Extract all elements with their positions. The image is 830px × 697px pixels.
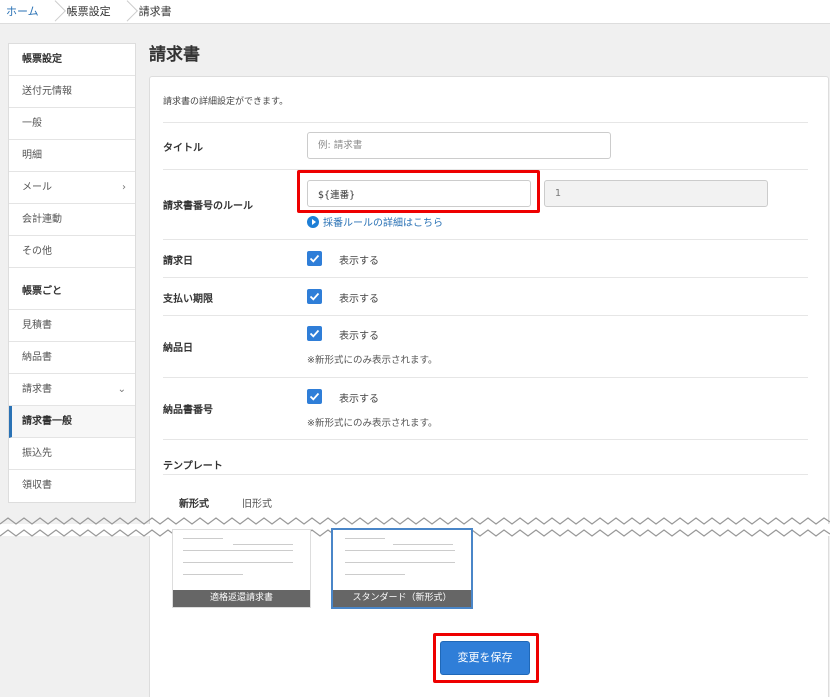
template-thumbnail-standard[interactable]: スタンダード（新形式） (331, 528, 473, 609)
save-button[interactable]: 変更を保存 (440, 641, 530, 675)
sidebar-item-receipt[interactable]: 領収書 (9, 470, 135, 502)
chevron-right-icon: › (122, 182, 126, 193)
delivery-date-note: ※新形式にのみ表示されます。 (307, 355, 438, 366)
title-input[interactable] (307, 132, 611, 159)
sidebar-item-delivery[interactable]: 納品書 (9, 342, 135, 374)
divider (163, 474, 808, 475)
breadcrumb-form-settings[interactable]: 帳票設定 (61, 0, 125, 24)
due-date-label: 支払い期限 (163, 294, 213, 305)
template-label: テンプレート (163, 461, 223, 472)
sidebar-item-other[interactable]: その他 (9, 236, 135, 268)
breadcrumb-separator (125, 0, 133, 24)
info-icon (307, 215, 319, 228)
template-thumbnail-label: スタンダード（新形式） (333, 590, 471, 607)
template-thumbnail-label: 適格返還請求書 (173, 590, 310, 607)
divider (163, 239, 808, 240)
due-date-checkbox[interactable] (307, 289, 322, 304)
due-date-check-label: 表示する (339, 294, 379, 305)
sidebar-item-label: 請求書 (22, 384, 52, 395)
delivery-date-checkbox[interactable] (307, 326, 322, 341)
divider (163, 439, 808, 440)
tab-old-format[interactable]: 旧形式 (242, 495, 272, 510)
thumb-preview-line (393, 544, 453, 545)
thumb-preview-line (183, 538, 223, 539)
sidebar-item-accounting[interactable]: 会計連動 (9, 204, 135, 236)
help-link-text: 採番ルールの詳細はこちら (323, 218, 443, 229)
breadcrumb: ホーム 帳票設定 請求書 (0, 0, 830, 24)
sidebar-section-per-form: 帳票ごと (9, 268, 135, 310)
delivery-number-label: 納品書番号 (163, 405, 213, 416)
delivery-number-checkbox[interactable] (307, 389, 322, 404)
check-icon (309, 392, 320, 401)
divider (163, 122, 808, 123)
sidebar-item-mail[interactable]: メール › (9, 172, 135, 204)
thumb-preview-line (345, 550, 455, 551)
delivery-date-check-label: 表示する (339, 331, 379, 342)
tab-new-format[interactable]: 新形式 (179, 495, 209, 510)
invoice-date-check-label: 表示する (339, 256, 379, 267)
thumb-preview-line (345, 562, 455, 563)
thumb-preview-line (183, 550, 293, 551)
sidebar-item-invoice[interactable]: 請求書 ⌄ (9, 374, 135, 406)
template-thumbnail-qualified[interactable]: 適格返還請求書 (172, 529, 311, 608)
page-title: 請求書 (149, 45, 200, 65)
number-start-input[interactable] (544, 180, 768, 207)
sidebar-item-bank-account[interactable]: 振込先 (9, 438, 135, 470)
delivery-number-note: ※新形式にのみ表示されます。 (307, 418, 438, 429)
chevron-down-icon: ⌄ (117, 384, 126, 395)
title-label: タイトル (163, 143, 203, 154)
invoice-date-checkbox[interactable] (307, 251, 322, 266)
divider (163, 315, 808, 316)
check-icon (309, 329, 320, 338)
sidebar-item-general[interactable]: 一般 (9, 108, 135, 140)
thumb-preview-line (345, 574, 405, 575)
breadcrumb-invoice: 請求書 (138, 4, 172, 18)
sidebar-item-sender-info[interactable]: 送付元情報 (9, 76, 135, 108)
number-rule-help-link[interactable]: 採番ルールの詳細はこちら (307, 214, 443, 229)
divider (163, 277, 808, 278)
divider (163, 377, 808, 378)
thumb-preview-line (183, 574, 243, 575)
sidebar-item-label: メール (22, 182, 52, 193)
sidebar-item-estimate[interactable]: 見積書 (9, 310, 135, 342)
delivery-number-check-label: 表示する (339, 394, 379, 405)
number-rule-label: 請求書番号のルール (163, 201, 253, 212)
sidebar: 帳票設定 送付元情報 一般 明細 メール › 会計連動 その他 帳票ごと 見積書 … (8, 43, 136, 503)
breadcrumb-separator (53, 0, 61, 24)
sidebar-section-form-settings: 帳票設定 (9, 44, 135, 76)
check-icon (309, 292, 320, 301)
invoice-date-label: 請求日 (163, 256, 193, 267)
thumb-preview-line (233, 544, 293, 545)
sidebar-item-invoice-general[interactable]: 請求書一般 (9, 406, 135, 438)
thumb-preview-line (183, 562, 293, 563)
check-icon (309, 254, 320, 263)
thumb-preview-line (345, 538, 385, 539)
delivery-date-label: 納品日 (163, 343, 193, 354)
sidebar-item-details[interactable]: 明細 (9, 140, 135, 172)
panel-description: 請求書の詳細設定ができます。 (163, 97, 289, 107)
highlight-box (297, 170, 540, 213)
